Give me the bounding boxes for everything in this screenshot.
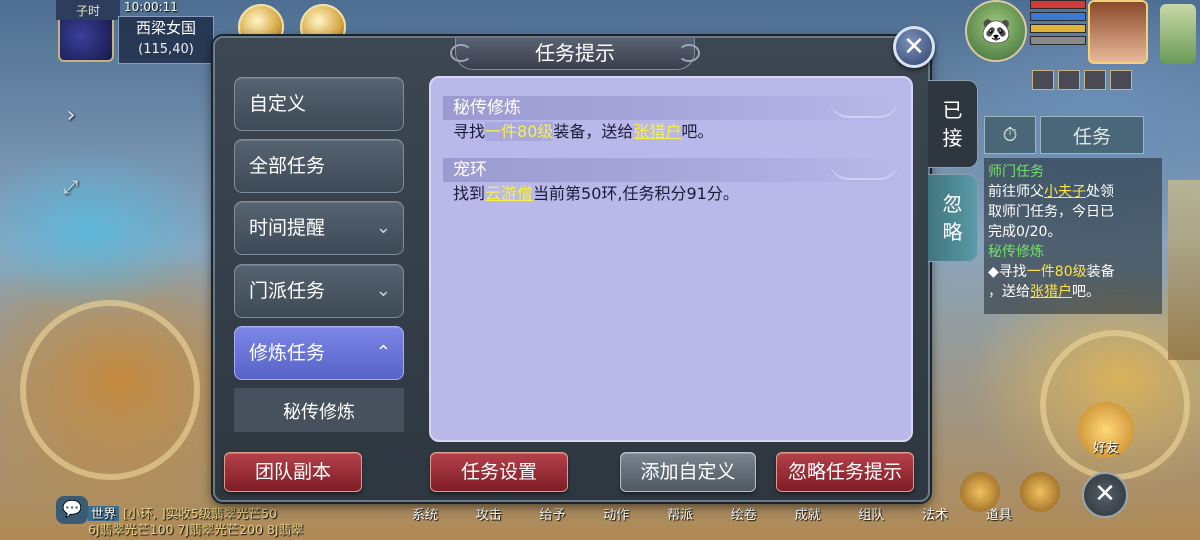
chevron-up-icon: ⌃	[375, 342, 391, 363]
exp-bar	[1030, 36, 1086, 45]
section-body: 找到云游僧当前第50环,任务积分91分。	[453, 184, 739, 203]
tracker-line: 前往师父小夫子处领	[988, 184, 1114, 200]
timer-tab[interactable]: ⏱	[984, 116, 1036, 154]
game-time-period: 子时	[56, 0, 120, 20]
player-avatar[interactable]	[1088, 0, 1148, 64]
buff-icon[interactable]	[1084, 70, 1106, 90]
team-dungeon-button[interactable]: 团队副本	[224, 452, 362, 492]
world-chat[interactable]: 世界 [小环, ]实收5级翡翠光芒50 6J翡翠光芒100 7J翡翠光芒200 …	[88, 506, 388, 540]
tracker-line: 取师门任务，今日已	[988, 204, 1114, 220]
close-menu-icon[interactable]: ✕	[1082, 472, 1128, 518]
ornament-swirl-icon	[450, 44, 472, 62]
menu-give[interactable]: 给予	[540, 504, 566, 524]
map-coordinates: (115,40)	[138, 42, 194, 57]
pet-avatar[interactable]: 🐼	[965, 0, 1027, 62]
menu-team[interactable]: 组队	[858, 504, 884, 524]
treasure-chest-icon[interactable]	[1020, 472, 1060, 512]
ornament-swirl-icon	[678, 44, 700, 62]
category-training-tasks[interactable]: 修炼任务 ⌃	[234, 326, 404, 380]
scene-building-edge	[1168, 180, 1200, 360]
menu-system[interactable]: 系统	[412, 504, 438, 524]
task-detail-panel: 秘传修炼 寻找一件80级装备，送给张猎户吧。 宠环 找到云游僧当前第50环,任务…	[429, 76, 913, 442]
chat-line: 6J翡翠光芒100 7J翡翠光芒200 8J翡翠	[88, 522, 304, 537]
chat-line: [小环, ]实收5级翡翠光芒50	[123, 506, 278, 521]
dialog-title-bar: 任务提示	[450, 38, 700, 70]
map-name: 西梁女国	[135, 19, 196, 37]
section-header: 宠环	[443, 158, 899, 182]
add-custom-button[interactable]: 添加自定义	[620, 452, 756, 492]
tracker-tab-task[interactable]: 任务	[1040, 116, 1144, 154]
menu-action[interactable]: 动作	[603, 504, 629, 524]
section-body: 寻找一件80级装备，送给张猎户吧。	[453, 122, 714, 141]
menu-attack[interactable]: 攻击	[476, 504, 502, 524]
bag-icon[interactable]	[1160, 4, 1196, 64]
minimap-icon[interactable]	[58, 14, 114, 62]
npc-link[interactable]: 小夫子	[1044, 184, 1086, 200]
friends-button[interactable]: 好友	[1078, 402, 1134, 458]
hp-bar	[1030, 0, 1086, 9]
chevron-down-icon: ⌄	[375, 217, 391, 238]
section-header: 秘传修炼	[443, 96, 899, 120]
chat-bubble-icon[interactable]: 💬	[56, 496, 88, 524]
buff-icon[interactable]	[1110, 70, 1132, 90]
scene-fountain	[20, 300, 200, 480]
buff-icon[interactable]	[1032, 70, 1054, 90]
tracker-line: 完成0/20。	[988, 224, 1062, 240]
tracker-header-sect[interactable]: 师门任务	[988, 162, 1158, 182]
task-settings-button[interactable]: 任务设置	[430, 452, 568, 492]
expand-arrow-icon[interactable]: ›	[56, 96, 86, 136]
tracker-header-training[interactable]: 秘传修炼	[988, 242, 1158, 262]
menu-achievement[interactable]: 成就	[795, 504, 821, 524]
bottom-menu: 系统 攻击 给予 动作 帮派 绘卷 成就 组队 法术 道具	[412, 504, 1012, 524]
buff-icon[interactable]	[1058, 70, 1080, 90]
tab-ignored[interactable]: 忽 略	[928, 174, 978, 262]
chat-channel: 世界	[88, 506, 120, 521]
npc-link[interactable]: 张猎户	[633, 122, 681, 141]
npc-link[interactable]: 张猎户	[1030, 284, 1072, 300]
menu-scroll[interactable]: 绘卷	[731, 504, 757, 524]
category-time-reminder[interactable]: 时间提醒 ⌄	[234, 201, 404, 255]
tracker-line: ，送给张猎户吧。	[988, 284, 1100, 300]
subcategory-secret-training[interactable]: 秘传修炼	[234, 388, 404, 432]
ornament-curl-icon	[829, 98, 899, 118]
npc-link[interactable]: 云游僧	[485, 184, 533, 203]
ornament-curl-icon	[829, 160, 899, 180]
fullscreen-arrows-icon[interactable]: ⤢	[56, 168, 86, 208]
ignore-task-hints-button[interactable]: 忽略任务提示	[776, 452, 914, 492]
energy-bar	[1030, 24, 1086, 33]
tracker-line: ◆寻找一件80级装备	[988, 264, 1115, 280]
menu-guild[interactable]: 帮派	[667, 504, 693, 524]
bell-icon[interactable]	[960, 472, 1000, 512]
mp-bar	[1030, 12, 1086, 21]
stopwatch-icon: ⏱	[1002, 124, 1018, 146]
map-info[interactable]: 西梁女国 (115,40)	[118, 16, 214, 64]
menu-skill[interactable]: 法术	[922, 504, 948, 524]
task-tracker[interactable]: 师门任务 前往师父小夫子处领 取师门任务，今日已 完成0/20。 秘传修炼 ◆寻…	[984, 158, 1162, 314]
tab-accepted[interactable]: 已 接	[928, 80, 978, 168]
real-clock: 10:00:11	[124, 0, 178, 14]
category-all-tasks[interactable]: 全部任务	[234, 139, 404, 193]
status-effects	[1032, 70, 1132, 90]
category-sect-tasks[interactable]: 门派任务 ⌄	[234, 264, 404, 318]
status-bars	[1030, 0, 1086, 48]
dialog-title: 任务提示	[535, 41, 615, 65]
chevron-down-icon: ⌄	[375, 280, 391, 301]
close-x-icon[interactable]: ✕	[893, 26, 935, 68]
category-custom[interactable]: 自定义	[234, 77, 404, 131]
tracker-tabs: ⏱ 任务	[984, 116, 1144, 154]
